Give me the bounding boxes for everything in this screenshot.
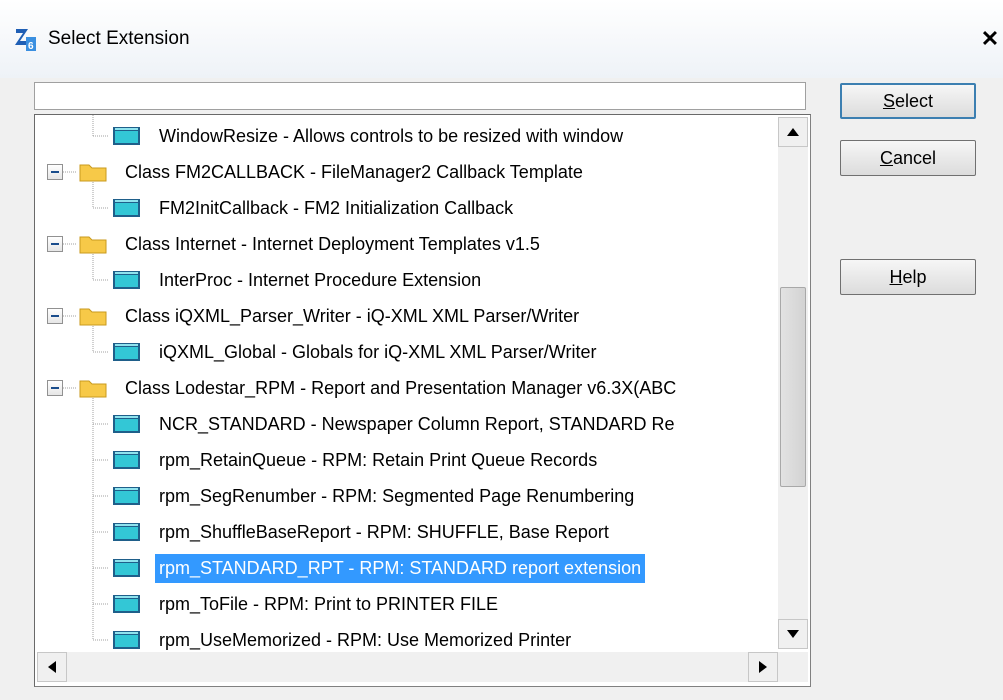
tree-node-label: Class Lodestar_RPM - Report and Presenta… [125, 378, 677, 398]
tree-node-label: Class Internet - Internet Deployment Tem… [125, 234, 540, 254]
tree-node-label: rpm_SegRenumber - RPM: Segmented Page Re… [159, 486, 635, 506]
tree-extension-node[interactable]: FM2InitCallback - FM2 Initialization Cal… [35, 190, 778, 226]
tree-extension-node[interactable]: rpm_ToFile - RPM: Print to PRINTER FILE [35, 586, 778, 622]
folder-icon [79, 236, 107, 254]
help-button[interactable]: Help [840, 259, 976, 295]
extension-icon [113, 199, 140, 217]
tree-extension-node[interactable]: rpm_ShuffleBaseReport - RPM: SHUFFLE, Ba… [35, 514, 778, 550]
scrollbar-corner [778, 652, 808, 682]
tree-extension-node[interactable]: InterProc - Internet Procedure Extension [35, 262, 778, 298]
arrow-right-icon [759, 661, 767, 673]
collapse-toggle-icon[interactable] [47, 380, 63, 396]
tree-node-label: FM2InitCallback - FM2 Initialization Cal… [159, 198, 514, 218]
tree-node-label: iQXML_Global - Globals for iQ-XML XML Pa… [159, 342, 597, 362]
folder-icon [79, 164, 107, 182]
collapse-toggle-icon[interactable] [47, 236, 63, 252]
vertical-scrollbar[interactable] [778, 117, 808, 649]
tree-class-node[interactable]: Class Lodestar_RPM - Report and Presenta… [35, 370, 778, 406]
collapse-toggle-icon[interactable] [47, 308, 63, 324]
tree-node-label: WindowResize - Allows controls to be res… [159, 126, 624, 146]
scroll-thumb[interactable] [780, 287, 806, 487]
window-title: Select Extension [48, 28, 190, 49]
extension-icon [113, 271, 140, 289]
scroll-right-button[interactable] [748, 652, 778, 682]
tree-node-label: NCR_STANDARD - Newspaper Column Report, … [159, 414, 675, 434]
tree-node-label: Class iQXML_Parser_Writer - iQ-XML XML P… [125, 306, 580, 326]
extension-icon [113, 343, 140, 361]
tree-node-label: rpm_ShuffleBaseReport - RPM: SHUFFLE, Ba… [159, 522, 609, 542]
select-button[interactable]: Select [840, 83, 976, 119]
select-extension-dialog: 6 Select Extension ✕ WindowResize - Allo… [0, 0, 1003, 700]
collapse-toggle-icon[interactable] [47, 164, 63, 180]
extension-icon [113, 127, 140, 145]
tree-extension-node[interactable]: WindowResize - Allows controls to be res… [35, 118, 778, 154]
tree-extension-node[interactable]: rpm_SegRenumber - RPM: Segmented Page Re… [35, 478, 778, 514]
extension-icon [113, 415, 140, 433]
extension-icon [113, 595, 140, 613]
extension-tree[interactable]: WindowResize - Allows controls to be res… [34, 114, 811, 687]
arrow-left-icon [48, 661, 56, 673]
arrow-down-icon [787, 630, 799, 638]
extension-icon [113, 523, 140, 541]
tree-class-node[interactable]: Class Internet - Internet Deployment Tem… [35, 226, 778, 262]
cancel-button[interactable]: Cancel [840, 140, 976, 176]
tree-node-label: Class FM2CALLBACK - FileManager2 Callbac… [125, 162, 583, 182]
tree-extension-node[interactable]: rpm_RetainQueue - RPM: Retain Print Queu… [35, 442, 778, 478]
filter-input[interactable] [34, 82, 806, 110]
tree-class-node[interactable]: Class iQXML_Parser_Writer - iQ-XML XML P… [35, 298, 778, 334]
tree-extension-node[interactable]: rpm_STANDARD_RPT - RPM: STANDARD report … [35, 550, 778, 586]
folder-icon [79, 308, 107, 326]
arrow-up-icon [787, 128, 799, 136]
tree-extension-node[interactable]: NCR_STANDARD - Newspaper Column Report, … [35, 406, 778, 442]
tree-node-label: rpm_ToFile - RPM: Print to PRINTER FILE [159, 594, 499, 614]
extension-icon [113, 631, 140, 649]
folder-icon [79, 380, 107, 398]
horizontal-scrollbar[interactable] [37, 652, 778, 682]
extension-icon [113, 559, 140, 577]
tree-node-label: rpm_UseMemorized - RPM: Use Memorized Pr… [159, 630, 572, 650]
scroll-down-button[interactable] [778, 619, 808, 649]
tree-node-label: rpm_RetainQueue - RPM: Retain Print Queu… [159, 450, 598, 470]
tree-extension-node[interactable]: iQXML_Global - Globals for iQ-XML XML Pa… [35, 334, 778, 370]
extension-icon [113, 487, 140, 505]
tree-class-node[interactable]: Class FM2CALLBACK - FileManager2 Callbac… [35, 154, 778, 190]
close-icon[interactable]: ✕ [978, 26, 1002, 52]
extension-icon [113, 451, 140, 469]
tree-node-label: InterProc - Internet Procedure Extension [159, 270, 482, 290]
tree-node-label: rpm_STANDARD_RPT - RPM: STANDARD report … [155, 554, 646, 583]
scroll-left-button[interactable] [37, 652, 67, 682]
svg-text:6: 6 [28, 41, 34, 52]
title-bar: 6 Select Extension ✕ [0, 0, 1003, 78]
app-icon: 6 [15, 29, 36, 52]
scroll-up-button[interactable] [778, 117, 808, 147]
